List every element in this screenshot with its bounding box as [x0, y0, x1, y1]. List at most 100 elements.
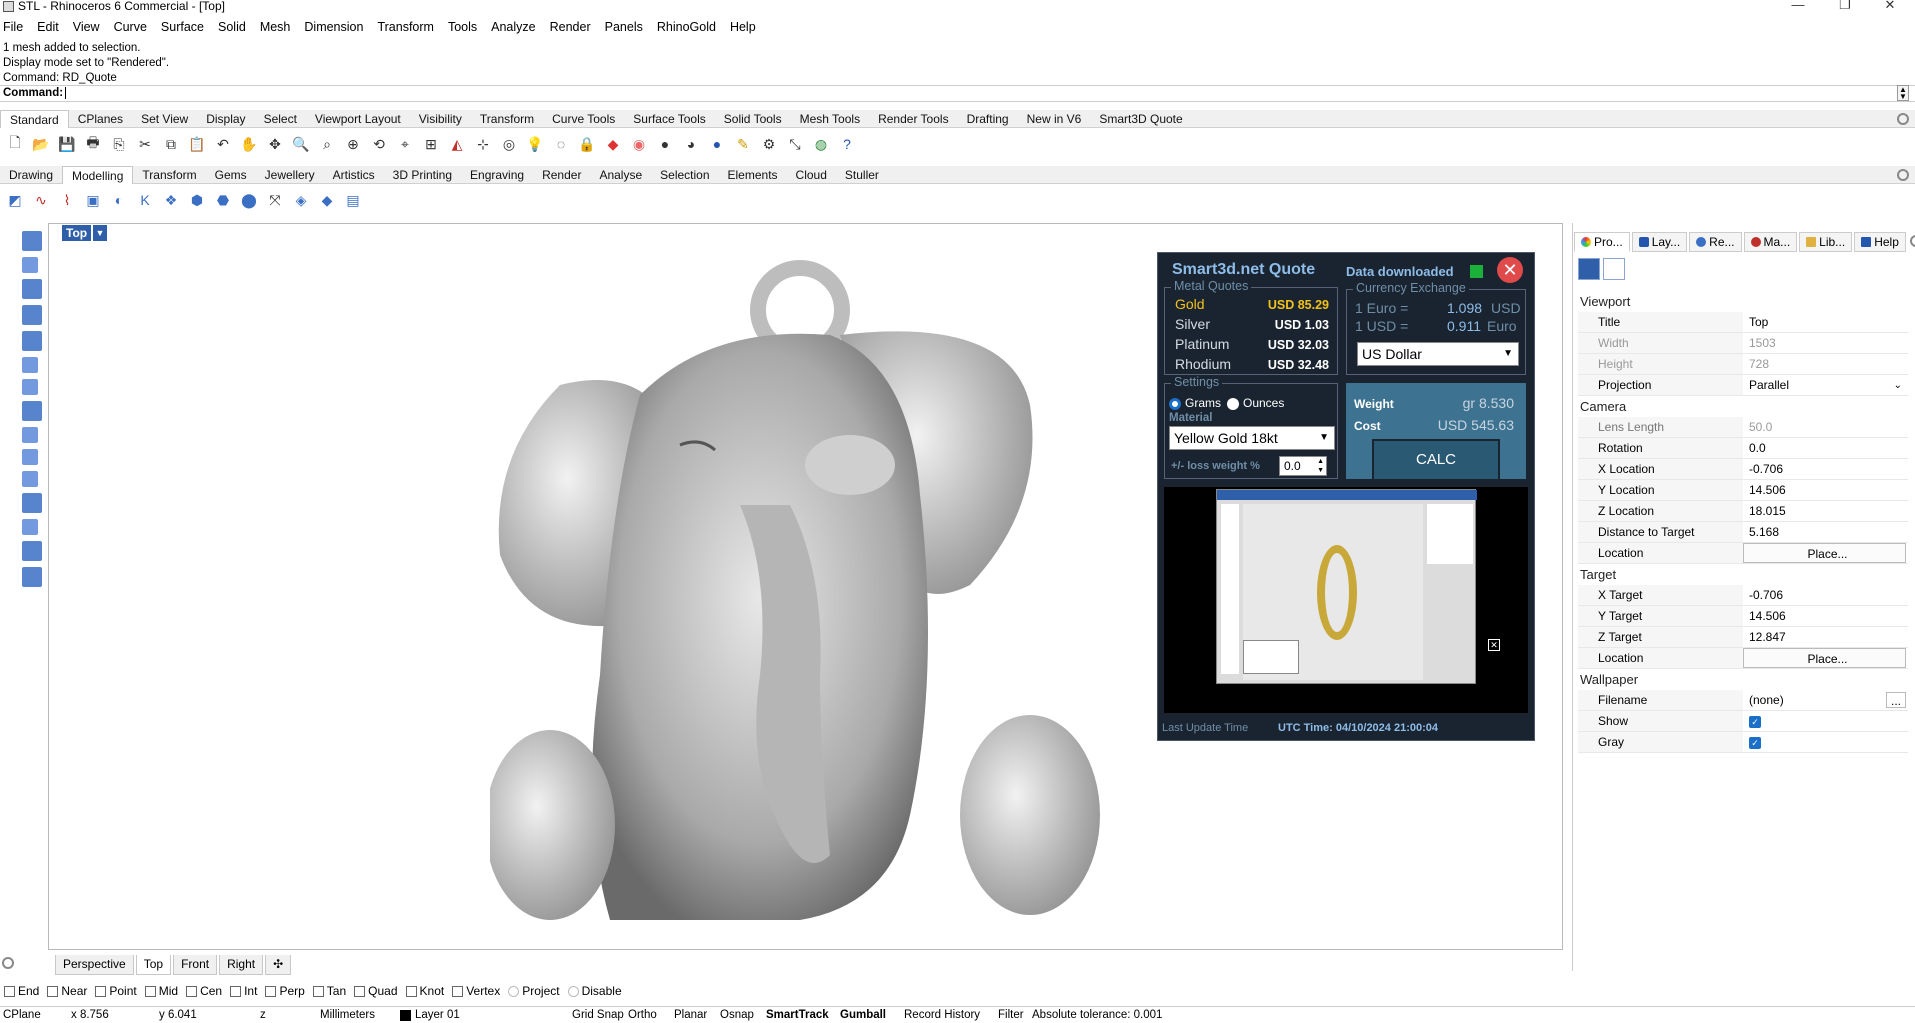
tab-standard[interactable]: Standard — [0, 110, 69, 128]
browse-button[interactable]: ... — [1885, 692, 1906, 708]
filename-field[interactable]: (none)... — [1743, 690, 1908, 710]
osnap-int[interactable]: Int — [230, 984, 257, 998]
cplane-status[interactable]: CPlane — [3, 1009, 71, 1021]
tab-selection[interactable]: Selection — [651, 166, 718, 184]
tab-visibility[interactable]: Visibility — [410, 110, 471, 128]
menu-render[interactable]: Render — [543, 18, 598, 38]
tab-select[interactable]: Select — [255, 110, 306, 128]
osnap-cen[interactable]: Cen — [186, 984, 222, 998]
twist-icon[interactable]: ⬣ — [212, 189, 234, 211]
ellipsoid-icon[interactable] — [22, 427, 38, 443]
new-file-icon[interactable]: 🗋 — [4, 133, 26, 155]
torus-icon[interactable] — [22, 449, 38, 465]
preview-screenshot-image[interactable] — [1216, 489, 1477, 684]
plane-icon[interactable] — [22, 231, 42, 251]
layer-status[interactable]: Layer 01 — [400, 1009, 572, 1021]
elephant-mesh-render[interactable] — [490, 255, 1130, 920]
smarttrack-toggle[interactable]: SmartTrack — [766, 1009, 840, 1021]
cube-icon[interactable]: ◈ — [290, 189, 312, 211]
help-icon[interactable]: ? — [836, 133, 858, 155]
tab-3d-printing[interactable]: 3D Printing — [384, 166, 461, 184]
tab-transform[interactable]: Transform — [471, 110, 543, 128]
close-button[interactable]: ✕ — [1870, 0, 1910, 13]
material-icon[interactable]: ◆ — [602, 133, 624, 155]
menu-view[interactable]: View — [66, 18, 107, 38]
move-icon[interactable]: ✥ — [264, 133, 286, 155]
shaded-sphere-icon[interactable]: ◕ — [680, 133, 702, 155]
gray-checkbox[interactable]: ✓ — [1743, 732, 1908, 752]
tab-smart3d-quote[interactable]: Smart3D Quote — [1090, 110, 1191, 128]
maximize-button[interactable]: ❐ — [1825, 0, 1865, 13]
menu-edit[interactable]: Edit — [30, 18, 66, 38]
solid-icon[interactable]: ⬢ — [186, 189, 208, 211]
calc-button[interactable]: CALC — [1372, 439, 1500, 481]
tab-curve-tools[interactable]: Curve Tools — [543, 110, 624, 128]
menu-solid[interactable]: Solid — [211, 18, 253, 38]
units-status[interactable]: Millimeters — [320, 1009, 400, 1021]
import-icon[interactable]: ⎘ — [108, 133, 130, 155]
rotation-field[interactable]: 0.0 — [1743, 438, 1908, 458]
record-history-toggle[interactable]: Record History — [904, 1009, 998, 1021]
paste-icon[interactable]: 📋 — [186, 133, 208, 155]
tab-artistics[interactable]: Artistics — [324, 166, 384, 184]
open-file-icon[interactable]: 📂 — [30, 133, 52, 155]
tab-render[interactable]: Re... — [1689, 232, 1742, 252]
menu-curve[interactable]: Curve — [107, 18, 154, 38]
tab-analyse[interactable]: Analyse — [590, 166, 651, 184]
zoom-window-icon[interactable]: ⌕ — [316, 133, 338, 155]
tab-viewport-layout[interactable]: Viewport Layout — [306, 110, 410, 128]
tab-cplanes[interactable]: CPlanes — [69, 110, 132, 128]
zoom-extents-icon[interactable]: ⊕ — [342, 133, 364, 155]
tab-new-in-v6[interactable]: New in V6 — [1018, 110, 1091, 128]
distance-field[interactable]: 5.168 — [1743, 522, 1908, 542]
cylinder-icon[interactable] — [22, 331, 42, 351]
zoom-icon[interactable]: 🔍 — [290, 133, 312, 155]
tab-rg-render[interactable]: Render — [533, 166, 590, 184]
settings-gear-icon[interactable]: ⚙ — [758, 133, 780, 155]
viewport-menu-chevron-down-icon[interactable]: ▼ — [93, 225, 107, 241]
layers-icon[interactable]: ▤ — [342, 189, 364, 211]
print-icon[interactable]: 🖶 — [82, 133, 104, 155]
globe-icon[interactable]: ◍ — [810, 133, 832, 155]
grams-radio[interactable] — [1169, 398, 1181, 410]
ounces-radio[interactable] — [1227, 398, 1239, 410]
add-viewport-icon[interactable]: ✣ — [265, 955, 292, 975]
box-icon[interactable]: ▣ — [82, 189, 104, 211]
blue-sphere-icon[interactable]: ● — [706, 133, 728, 155]
tab-stuller[interactable]: Stuller — [836, 166, 888, 184]
projection-select[interactable]: Parallel ⌄ — [1743, 375, 1908, 395]
undo-icon[interactable]: ↶ — [212, 133, 234, 155]
z-target-field[interactable]: 12.847 — [1743, 627, 1908, 647]
blend-icon[interactable]: ❖ — [160, 189, 182, 211]
tab-libraries[interactable]: Lib... — [1799, 232, 1853, 252]
filter-toggle[interactable]: Filter — [998, 1009, 1032, 1021]
title-field[interactable]: Top — [1743, 312, 1908, 332]
show-checkbox[interactable]: ✓ — [1743, 711, 1908, 731]
tab-set-view[interactable]: Set View — [132, 110, 197, 128]
osnap-disable[interactable]: Disable — [567, 984, 622, 998]
sphere-icon[interactable] — [22, 401, 42, 421]
revolve-icon[interactable]: ◐ — [108, 189, 130, 211]
highlight-icon[interactable]: ✎ — [732, 133, 754, 155]
scale-tool-icon[interactable] — [22, 257, 38, 273]
tab-modelling[interactable]: Modelling — [62, 166, 134, 184]
y-target-field[interactable]: 14.506 — [1743, 606, 1908, 626]
tab-front[interactable]: Front — [173, 955, 218, 975]
box-tool-icon[interactable] — [22, 305, 42, 325]
tab-perspective[interactable]: Perspective — [55, 955, 134, 975]
osnap-quad[interactable]: Quad — [354, 984, 398, 998]
loss-weight-stepper[interactable]: 0.0 ▲ ▼ — [1279, 456, 1327, 476]
menu-dimension[interactable]: Dimension — [297, 18, 370, 38]
car-icon[interactable]: ◭ — [446, 133, 468, 155]
osnap-vertex[interactable]: Vertex — [452, 984, 500, 998]
zoom-selected-icon[interactable]: ⌖ — [394, 133, 416, 155]
osnap-project[interactable]: Project — [508, 984, 560, 998]
tab-gems[interactable]: Gems — [206, 166, 256, 184]
mesh-tool-icon[interactable] — [22, 567, 42, 587]
tab-drawing[interactable]: Drawing — [0, 166, 62, 184]
scale-icon[interactable]: ⤧ — [264, 189, 286, 211]
tab-top[interactable]: Top — [135, 955, 172, 975]
tab-display[interactable]: Display — [197, 110, 254, 128]
menu-mesh[interactable]: Mesh — [253, 18, 298, 38]
menu-panels[interactable]: Panels — [598, 18, 650, 38]
